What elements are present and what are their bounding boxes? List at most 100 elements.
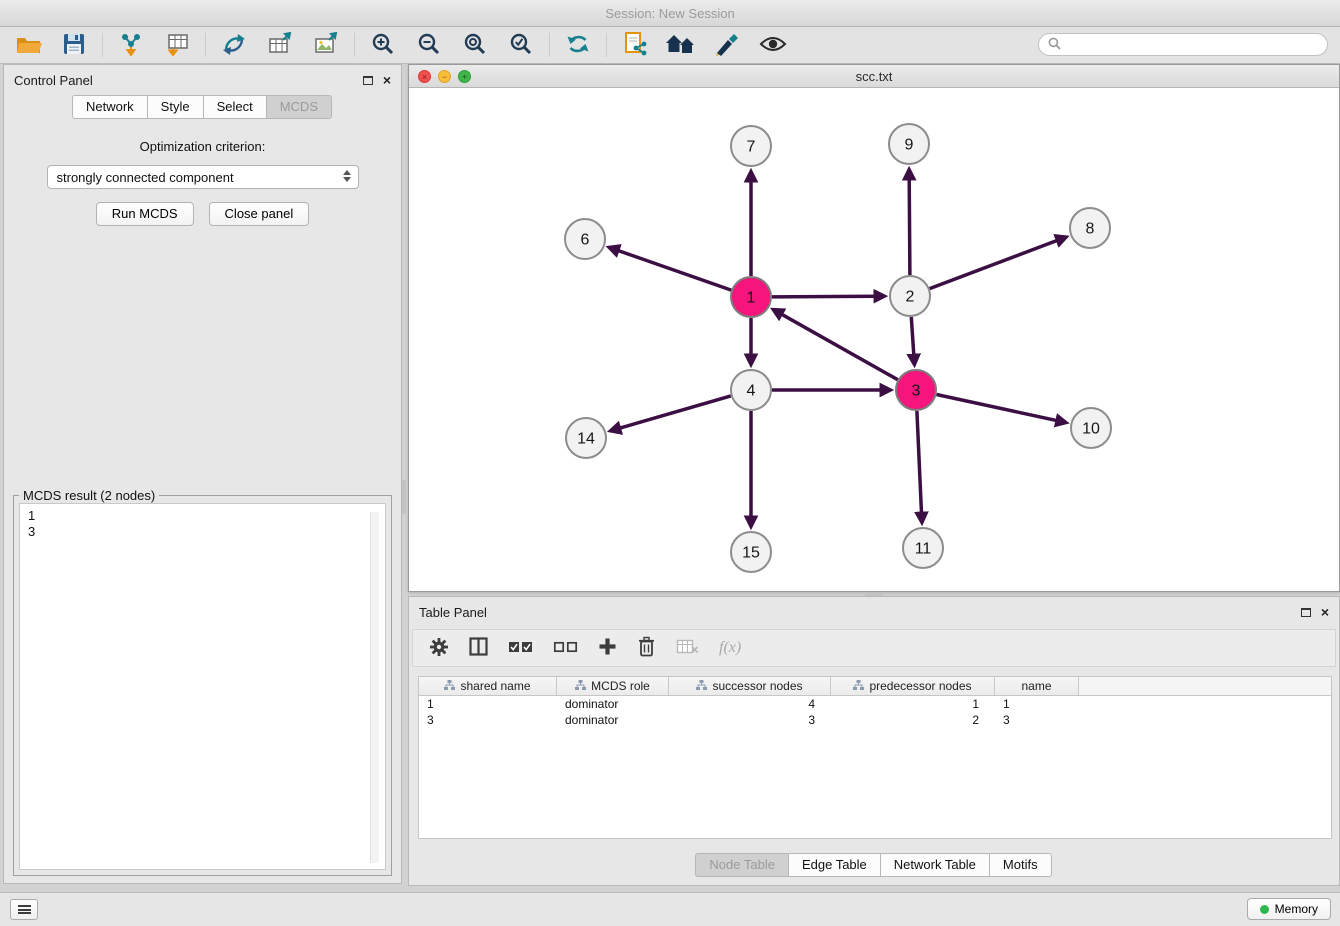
column-header-predecessor-nodes[interactable]: predecessor nodes — [831, 677, 995, 695]
zoom-out-button[interactable] — [414, 31, 444, 59]
tab-edge-table[interactable]: Edge Table — [788, 853, 881, 877]
cell-mcds-role[interactable]: dominator — [557, 697, 669, 711]
graph-node-label: 2 — [906, 289, 915, 306]
graph-node-4[interactable]: 4 — [731, 370, 771, 410]
table-header-row: shared name MCDS role successor nodes pr… — [419, 677, 1331, 696]
deselect-all-button[interactable] — [553, 640, 578, 657]
cell-name[interactable]: 3 — [995, 713, 1079, 727]
tab-network[interactable]: Network — [72, 95, 148, 119]
table-toolbar: f(x) — [412, 629, 1336, 667]
save-session-button[interactable] — [59, 31, 89, 59]
show-columns-button[interactable] — [469, 637, 488, 659]
memory-button[interactable]: Memory — [1247, 898, 1331, 920]
graph-edge-3-11[interactable] — [917, 411, 922, 513]
function-builder-button[interactable]: f(x) — [719, 639, 741, 657]
float-table-panel-button[interactable] — [1301, 605, 1311, 620]
export-image-button[interactable] — [311, 31, 341, 59]
table-row[interactable]: 3 dominator 3 2 3 — [419, 712, 1331, 728]
network-graph[interactable]: 7 9 6 8 1 2 4 3 14 10 15 11 — [409, 88, 1339, 592]
statusbar: Memory — [0, 892, 1340, 926]
graph-node-3[interactable]: 3 — [896, 370, 936, 410]
graph-node-8[interactable]: 8 — [1070, 208, 1110, 248]
graph-edge-3-1[interactable] — [782, 314, 898, 380]
tab-motifs[interactable]: Motifs — [989, 853, 1052, 877]
table-panel-header: Table Panel × — [409, 597, 1339, 627]
table-settings-button[interactable] — [429, 637, 449, 660]
vertical-scrollbar-thumb[interactable] — [402, 480, 406, 514]
graph-node-6[interactable]: 6 — [565, 219, 605, 259]
graph-node-9[interactable]: 9 — [889, 124, 929, 164]
close-table-panel-button[interactable]: × — [1321, 606, 1329, 618]
minimize-window-icon[interactable] — [438, 70, 451, 83]
delete-table-button[interactable] — [676, 639, 699, 658]
cell-successor-nodes[interactable]: 3 — [669, 713, 831, 727]
mcds-result-group: MCDS result (2 nodes) 1 3 — [13, 495, 392, 876]
graph-node-2[interactable]: 2 — [890, 276, 930, 316]
refresh-button[interactable] — [563, 31, 593, 59]
tab-style[interactable]: Style — [147, 95, 204, 119]
graph-node-1[interactable]: 1 — [731, 277, 771, 317]
export-network-doc-button[interactable] — [620, 31, 650, 59]
graph-node-7[interactable]: 7 — [731, 126, 771, 166]
zoom-fit-button[interactable] — [460, 31, 490, 59]
graph-edge-2-9[interactable] — [909, 179, 910, 275]
graph-node-11[interactable]: 11 — [903, 528, 943, 568]
result-scrollbar[interactable] — [370, 512, 379, 863]
graph-edge-1-2[interactable] — [772, 296, 875, 297]
select-all-button[interactable] — [508, 640, 533, 657]
graph-edge-3-10[interactable] — [937, 395, 1057, 421]
graph-edge-2-8[interactable] — [930, 240, 1058, 288]
cell-predecessor-nodes[interactable]: 2 — [831, 713, 995, 727]
column-header-mcds-role[interactable]: MCDS role — [557, 677, 669, 695]
criterion-value: strongly connected component — [57, 170, 234, 185]
table-row[interactable]: 1 dominator 4 1 1 — [419, 696, 1331, 712]
close-panel-button-mcds[interactable]: Close panel — [209, 202, 310, 226]
delete-column-button[interactable] — [637, 636, 656, 660]
network-canvas[interactable]: 7 9 6 8 1 2 4 3 14 10 15 11 — [409, 88, 1339, 591]
cell-shared-name[interactable]: 1 — [419, 697, 557, 711]
tab-select[interactable]: Select — [203, 95, 267, 119]
tab-node-table[interactable]: Node Table — [695, 853, 789, 877]
open-file-button[interactable] — [13, 31, 43, 59]
checked-boxes-icon — [508, 640, 533, 657]
import-table-button[interactable] — [162, 31, 192, 59]
add-column-button[interactable] — [598, 637, 617, 659]
show-hide-button[interactable] — [758, 31, 788, 59]
result-line: 3 — [28, 524, 377, 540]
task-history-button[interactable] — [10, 899, 38, 920]
search-input[interactable] — [1066, 38, 1318, 52]
tab-network-table[interactable]: Network Table — [880, 853, 990, 877]
tab-mcds[interactable]: MCDS — [266, 95, 332, 119]
mcds-result-list[interactable]: 1 3 — [19, 503, 386, 870]
maximize-window-icon[interactable] — [458, 70, 471, 83]
cell-shared-name[interactable]: 3 — [419, 713, 557, 727]
export-table-button[interactable] — [265, 31, 295, 59]
import-network-button[interactable] — [116, 31, 146, 59]
graph-edge-4-14[interactable] — [620, 396, 731, 428]
zoom-selected-button[interactable] — [506, 31, 536, 59]
zoom-out-icon — [417, 32, 441, 59]
graph-node-14[interactable]: 14 — [566, 418, 606, 458]
new-network-button[interactable] — [219, 31, 249, 59]
graph-edge-2-3[interactable] — [911, 317, 914, 355]
cell-name[interactable]: 1 — [995, 697, 1079, 711]
cell-successor-nodes[interactable]: 4 — [669, 697, 831, 711]
apply-style-button[interactable] — [712, 31, 742, 59]
graph-node-15[interactable]: 15 — [731, 532, 771, 572]
column-header-name[interactable]: name — [995, 677, 1079, 695]
column-header-successor-nodes[interactable]: successor nodes — [669, 677, 831, 695]
cell-mcds-role[interactable]: dominator — [557, 713, 669, 727]
float-panel-button[interactable] — [363, 73, 373, 88]
run-mcds-button[interactable]: Run MCDS — [96, 202, 194, 226]
table-panel-tabs: Node Table Edge Table Network Table Moti… — [409, 853, 1339, 877]
close-panel-button[interactable]: × — [383, 74, 391, 86]
dropdown-stepper-icon — [343, 170, 351, 182]
column-header-shared-name[interactable]: shared name — [419, 677, 557, 695]
graph-edge-1-6[interactable] — [618, 251, 731, 291]
graph-node-10[interactable]: 10 — [1071, 408, 1111, 448]
zoom-in-button[interactable] — [368, 31, 398, 59]
close-window-icon[interactable] — [418, 70, 431, 83]
first-neighbors-button[interactable] — [666, 31, 696, 59]
cell-predecessor-nodes[interactable]: 1 — [831, 697, 995, 711]
criterion-dropdown[interactable]: strongly connected component — [47, 165, 359, 189]
